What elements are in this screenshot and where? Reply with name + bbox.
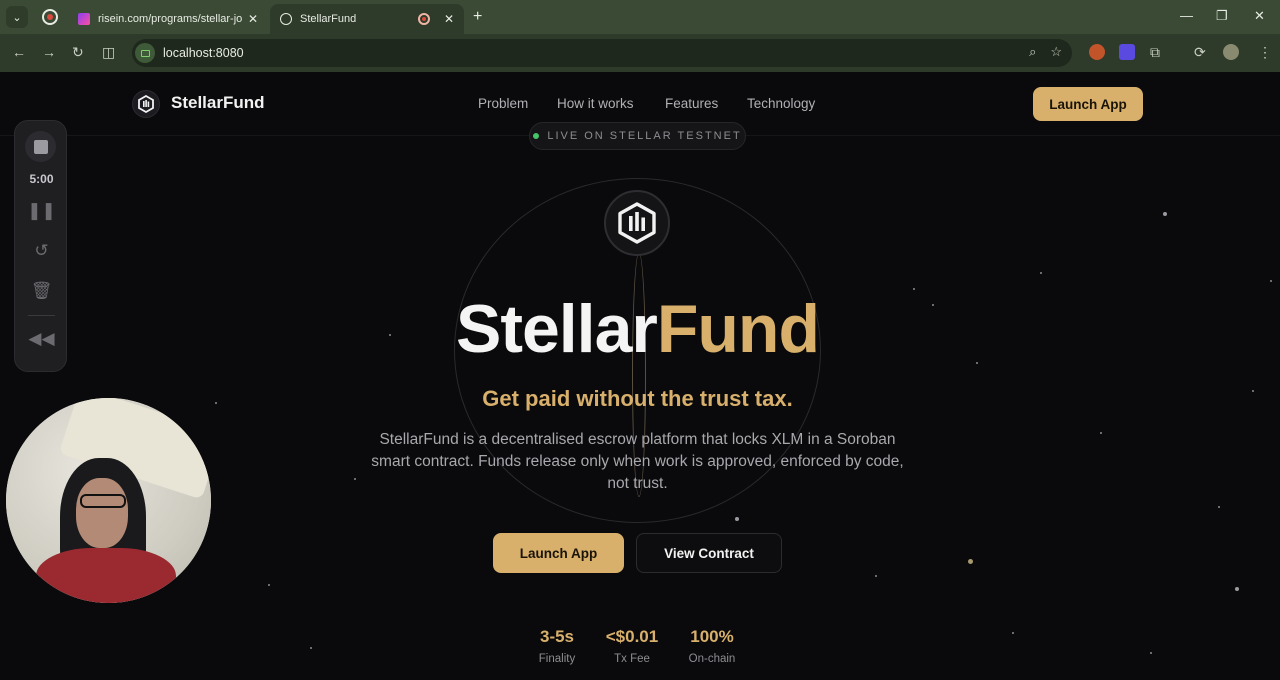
hero-launch-app-button[interactable]: Launch App xyxy=(493,533,624,573)
address-bar[interactable]: localhost:8080 ⌕ ☆ xyxy=(132,39,1072,67)
stat-value: <$0.01 xyxy=(605,627,659,646)
forward-icon[interactable]: → xyxy=(42,44,56,60)
split-view-icon[interactable]: ◫ xyxy=(102,44,115,61)
webcam-person xyxy=(36,548,176,603)
hero-description: StellarFund is a decentralised escrow pl… xyxy=(371,431,904,492)
star-decoration xyxy=(354,478,356,480)
close-icon[interactable]: ✕ xyxy=(248,12,258,26)
launch-app-button[interactable]: Launch App xyxy=(1033,87,1143,121)
tab-search-button[interactable]: ⌄ xyxy=(6,6,28,28)
hero-title-white: Stellar xyxy=(455,291,658,367)
screen-recorder-panel: 5:00 ❚❚ ↺ 🗑 ◀◀ xyxy=(14,120,67,372)
divider xyxy=(28,315,55,316)
url-text: localhost:8080 xyxy=(163,46,244,60)
back-icon[interactable]: ← xyxy=(12,44,26,60)
star-decoration xyxy=(968,559,973,564)
webcam-bubble[interactable] xyxy=(6,398,211,603)
star-decoration xyxy=(310,647,312,649)
browser-toolbar: ← → ↻ ◫ localhost:8080 ⌕ ☆ ⧉ ⟳ ⋮ xyxy=(0,34,1280,72)
close-icon[interactable]: ✕ xyxy=(444,12,454,26)
brand-name[interactable]: StellarFund xyxy=(171,93,265,113)
recording-indicator-icon[interactable] xyxy=(42,9,58,25)
webcam-person xyxy=(76,478,128,548)
nav-link-how-it-works[interactable]: How it works xyxy=(557,96,634,111)
stat-value: 100% xyxy=(690,627,734,646)
tab-stellarfund[interactable]: StellarFund ✕ xyxy=(270,4,464,34)
zoom-icon[interactable]: ⌕ xyxy=(1029,44,1036,60)
browser-tab-bar: ⌄ risein.com/programs/stellar-jou ✕ Stel… xyxy=(0,0,1280,34)
tab-title: risein.com/programs/stellar-jou xyxy=(98,13,242,25)
tab-risein[interactable]: risein.com/programs/stellar-jou ✕ xyxy=(68,4,268,34)
stop-recording-button[interactable] xyxy=(25,131,56,162)
stat-tx-fee: <$0.01 Tx Fee xyxy=(592,627,672,665)
star-decoration xyxy=(875,575,877,577)
live-dot-icon xyxy=(533,133,540,139)
star-decoration xyxy=(735,517,739,521)
trash-icon[interactable]: 🗑 xyxy=(15,281,68,301)
window-close-icon[interactable]: ✕ xyxy=(1254,8,1265,24)
reload-icon[interactable]: ↻ xyxy=(72,44,84,61)
star-decoration xyxy=(1012,632,1014,634)
nav-link-features[interactable]: Features xyxy=(665,96,718,111)
stat-value: 3-5s xyxy=(539,627,575,646)
globe-favicon-icon xyxy=(280,13,292,25)
star-decoration xyxy=(1270,280,1272,282)
recording-icon xyxy=(417,13,430,25)
profile-avatar-icon[interactable] xyxy=(1223,44,1239,60)
star-decoration xyxy=(268,584,270,586)
bookmark-star-icon[interactable]: ☆ xyxy=(1050,44,1062,60)
hero-title: StellarFund xyxy=(0,290,1275,368)
webcam-person xyxy=(80,494,126,508)
pause-icon[interactable]: ❚❚ xyxy=(15,201,68,221)
performance-icon[interactable]: ⟳ xyxy=(1194,44,1206,61)
star-decoration xyxy=(1218,506,1220,508)
chevron-down-icon: ⌄ xyxy=(12,11,22,24)
restore-icon[interactable]: ❐ xyxy=(1216,8,1228,24)
collapse-icon[interactable]: ◀◀ xyxy=(15,329,68,349)
nav-link-technology[interactable]: Technology xyxy=(747,96,815,111)
restart-icon[interactable]: ↺ xyxy=(15,241,68,261)
view-contract-button[interactable]: View Contract xyxy=(636,533,782,573)
tab-title: StellarFund xyxy=(300,13,357,25)
risein-favicon-icon xyxy=(78,13,90,25)
stat-label: On-chain xyxy=(688,653,736,665)
recording-timer: 5:00 xyxy=(29,172,54,186)
menu-dots-icon[interactable]: ⋮ xyxy=(1258,44,1272,61)
badge-text: LIVE ON STELLAR TESTNET xyxy=(547,130,742,142)
star-decoration xyxy=(1100,432,1102,434)
site-info-icon[interactable] xyxy=(135,43,155,63)
hero-logo-icon xyxy=(604,190,670,256)
extensions-puzzle-icon[interactable]: ⧉ xyxy=(1150,44,1160,61)
star-decoration xyxy=(1150,652,1152,654)
extension-fox-icon[interactable] xyxy=(1089,44,1105,60)
star-decoration xyxy=(1235,587,1239,591)
new-tab-button[interactable]: + xyxy=(473,8,482,26)
stop-icon xyxy=(33,139,48,154)
stat-finality: 3-5s Finality xyxy=(517,627,597,665)
star-decoration xyxy=(1163,212,1167,216)
live-status-badge: LIVE ON STELLAR TESTNET xyxy=(529,122,746,150)
nav-link-problem[interactable]: Problem xyxy=(478,96,528,111)
stat-label: Finality xyxy=(538,653,576,665)
stat-on-chain: 100% On-chain xyxy=(672,627,752,665)
minimize-icon[interactable]: — xyxy=(1180,8,1193,23)
stellarfund-logo-icon[interactable] xyxy=(132,90,160,118)
star-decoration xyxy=(1040,272,1042,274)
extension-purple-icon[interactable] xyxy=(1119,44,1135,60)
stat-label: Tx Fee xyxy=(614,653,650,665)
hero-title-gold: Fund xyxy=(656,291,820,367)
